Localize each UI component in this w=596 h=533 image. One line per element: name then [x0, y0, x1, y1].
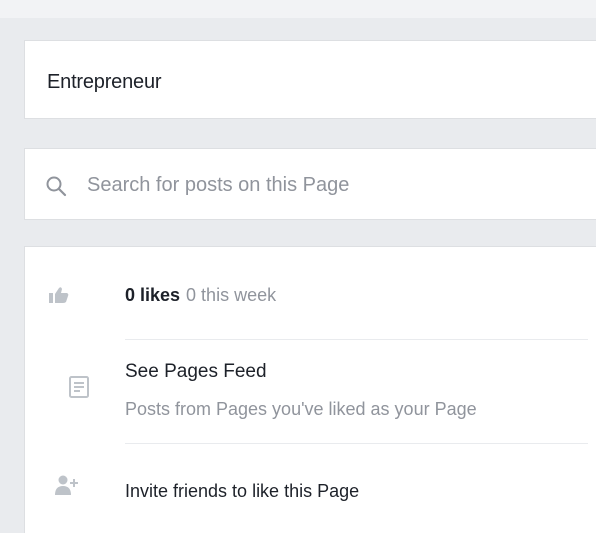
pages-feed-title[interactable]: See Pages Feed: [125, 361, 267, 383]
likes-row[interactable]: 0 likes 0 this week: [25, 269, 596, 323]
page-sidebar-column: Entrepreneur 0 likes 0 this week: [0, 0, 596, 533]
invite-friend-icon: [53, 471, 81, 499]
top-strip: [0, 0, 596, 18]
news-feed-icon: [65, 373, 93, 401]
invite-friends-row[interactable]: Invite friends to like this Page: [25, 453, 596, 521]
page-category-card: Entrepreneur: [24, 40, 596, 119]
likes-count[interactable]: 0 likes: [125, 285, 180, 305]
likes-this-week: 0 this week: [186, 285, 277, 305]
invite-friends-label[interactable]: Invite friends to like this Page: [125, 481, 359, 502]
pages-feed-row[interactable]: See Pages Feed Posts from Pages you've l…: [25, 345, 596, 441]
page-search-card: [24, 148, 596, 220]
page-details-card: 0 likes 0 this week See Pages Feed Posts …: [24, 246, 596, 533]
page-category-label[interactable]: Entrepreneur: [47, 71, 162, 94]
search-icon: [43, 173, 69, 199]
row-divider: [125, 443, 588, 444]
row-divider: [125, 339, 588, 340]
thumbs-up-icon: [45, 281, 73, 309]
likes-summary: 0 likes 0 this week: [125, 285, 276, 306]
page-post-search-input[interactable]: [87, 169, 557, 201]
pages-feed-subtitle: Posts from Pages you've liked as your Pa…: [125, 399, 477, 419]
